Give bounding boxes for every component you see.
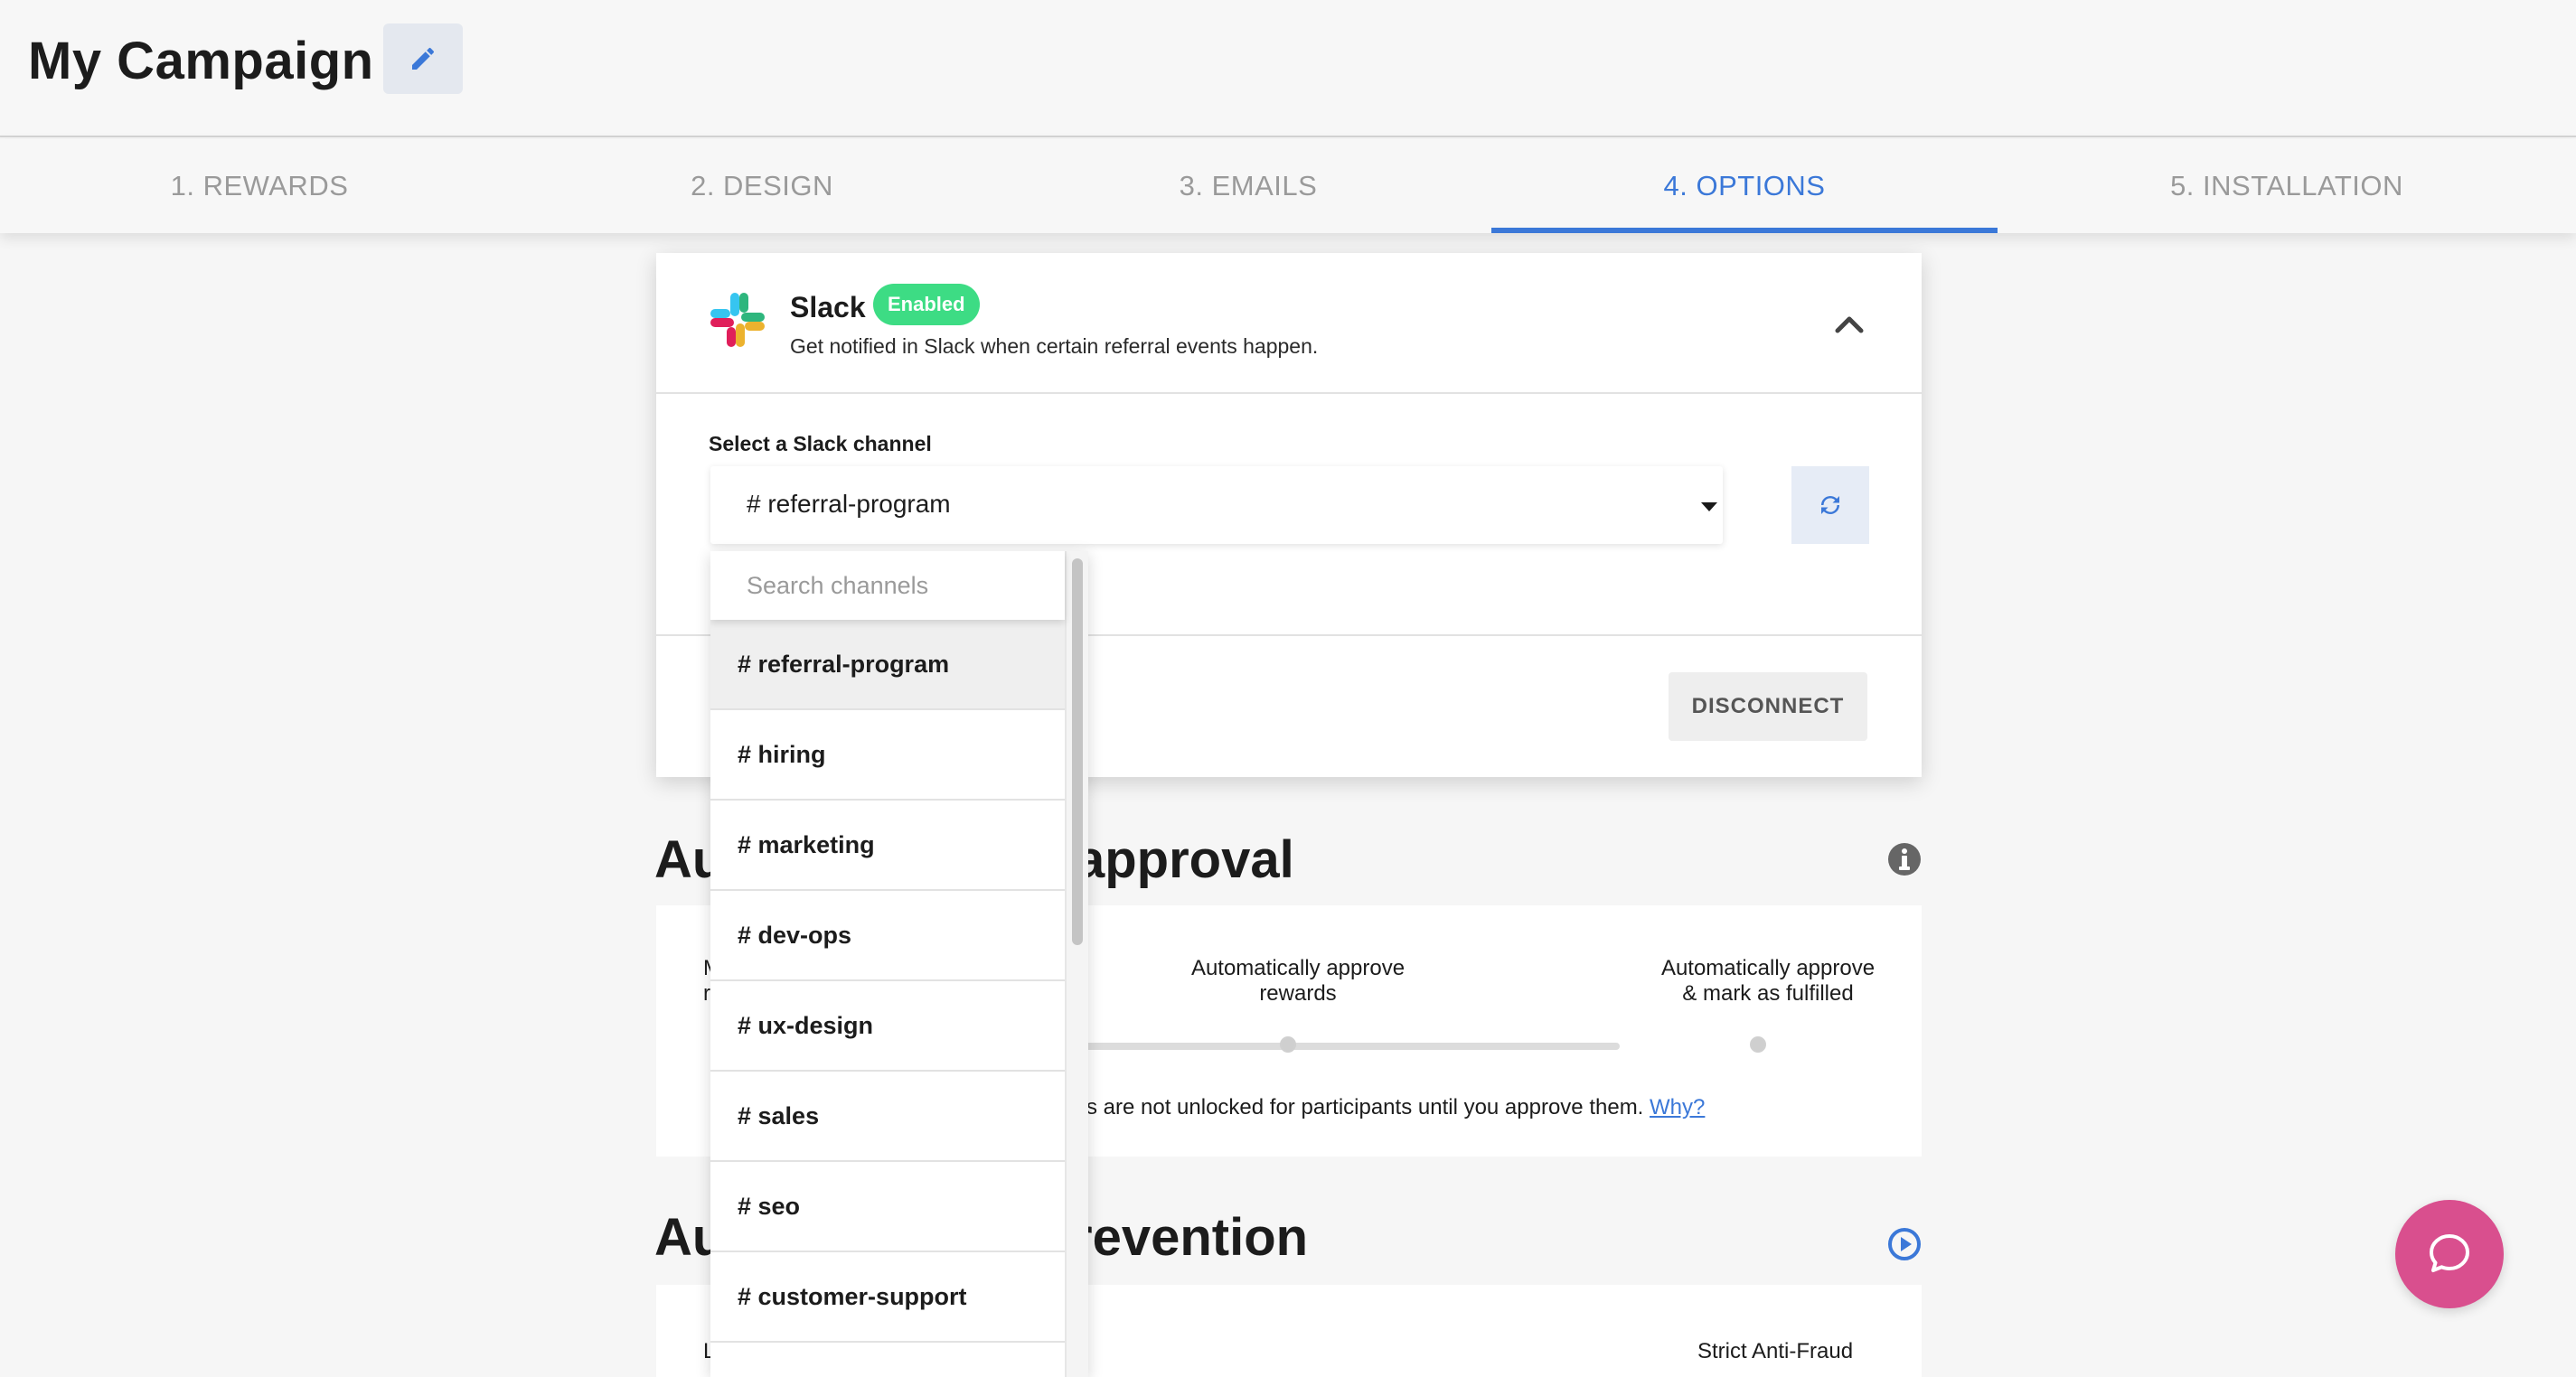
dropdown-scrollbar[interactable]	[1065, 551, 1088, 1377]
approval-option-auto-fulfilled-line2[interactable]: & mark as fulfilled	[1632, 981, 1904, 1007]
tab-rewards[interactable]: 1. REWARDS	[0, 139, 519, 233]
dropdown-scrollbar-thumb[interactable]	[1072, 558, 1083, 945]
tab-installation[interactable]: 5. INSTALLATION	[1998, 139, 2576, 233]
channel-option[interactable]: # dev-ops	[710, 891, 1065, 981]
approval-option-auto[interactable]: Automatically approve rewards	[1162, 956, 1434, 1007]
fraud-title-right: revention	[1072, 1208, 1309, 1267]
approval-slider-stop-auto[interactable]	[1280, 1036, 1296, 1053]
pencil-icon	[412, 47, 435, 70]
why-link[interactable]: Why?	[1650, 1095, 1705, 1119]
chat-widget-button[interactable]	[2395, 1200, 2504, 1308]
channel-option[interactable]: # marketing	[710, 801, 1065, 891]
info-icon[interactable]	[1887, 842, 1922, 876]
channel-option[interactable]: # referral-program	[710, 620, 1065, 710]
selected-channel: # referral-program	[747, 490, 951, 518]
approval-note: s are not unlocked for participants unti…	[1086, 1095, 1705, 1120]
channel-search-wrapper	[710, 551, 1065, 620]
approval-slider-stop-fulfilled[interactable]	[1750, 1036, 1766, 1053]
play-video-icon[interactable]	[1887, 1227, 1922, 1261]
tab-emails[interactable]: 3. EMAILS	[1005, 139, 1491, 233]
status-badge: Enabled	[873, 284, 980, 325]
slack-logo-icon	[710, 293, 765, 347]
channel-search-input[interactable]	[710, 551, 1065, 620]
approval-title-right: approval	[1076, 830, 1294, 889]
channel-option[interactable]: # seo	[710, 1162, 1065, 1252]
caret-down-icon	[1701, 502, 1717, 511]
page-title: My Campaign	[28, 32, 374, 90]
approval-note-text: s are not unlocked for participants unti…	[1086, 1095, 1644, 1119]
channel-dropdown: # referral-program # hiring # marketing …	[710, 551, 1088, 1377]
channel-select[interactable]: # referral-program	[710, 466, 1723, 544]
channel-option[interactable]	[710, 1343, 1065, 1377]
channel-option[interactable]: # hiring	[710, 710, 1065, 801]
channel-option[interactable]: # sales	[710, 1072, 1065, 1162]
page-header: My Campaign	[0, 0, 2576, 137]
slack-description: Get notified in Slack when certain refer…	[790, 334, 1319, 358]
chat-bubble-icon	[2430, 1234, 2469, 1272]
active-tab-indicator	[1491, 228, 1998, 233]
edit-title-button[interactable]	[383, 23, 463, 94]
disconnect-button[interactable]: DISCONNECT	[1669, 672, 1867, 741]
refresh-channels-button[interactable]	[1791, 466, 1869, 544]
channel-select-label: Select a Slack channel	[709, 432, 932, 455]
fraud-option-strict[interactable]: Strict Anti-Fraud	[1697, 1339, 1853, 1364]
tab-design[interactable]: 2. DESIGN	[519, 139, 1005, 233]
slack-card-header[interactable]: Slack Enabled Get notified in Slack when…	[656, 253, 1922, 394]
tab-options[interactable]: 4. OPTIONS	[1491, 139, 1998, 233]
channel-option[interactable]: # customer-support	[710, 1252, 1065, 1343]
approval-option-manual-fragment-2: r	[703, 981, 710, 1006]
slack-title: Slack	[790, 291, 866, 323]
chevron-up-icon[interactable]	[1833, 311, 1866, 338]
approval-option-auto-fulfilled-line1[interactable]: Automatically approve	[1632, 956, 1904, 981]
step-tabs: 1. REWARDS 2. DESIGN 3. EMAILS 4. OPTION…	[0, 139, 2576, 233]
refresh-icon	[1821, 496, 1839, 514]
channel-option[interactable]: # ux-design	[710, 981, 1065, 1072]
